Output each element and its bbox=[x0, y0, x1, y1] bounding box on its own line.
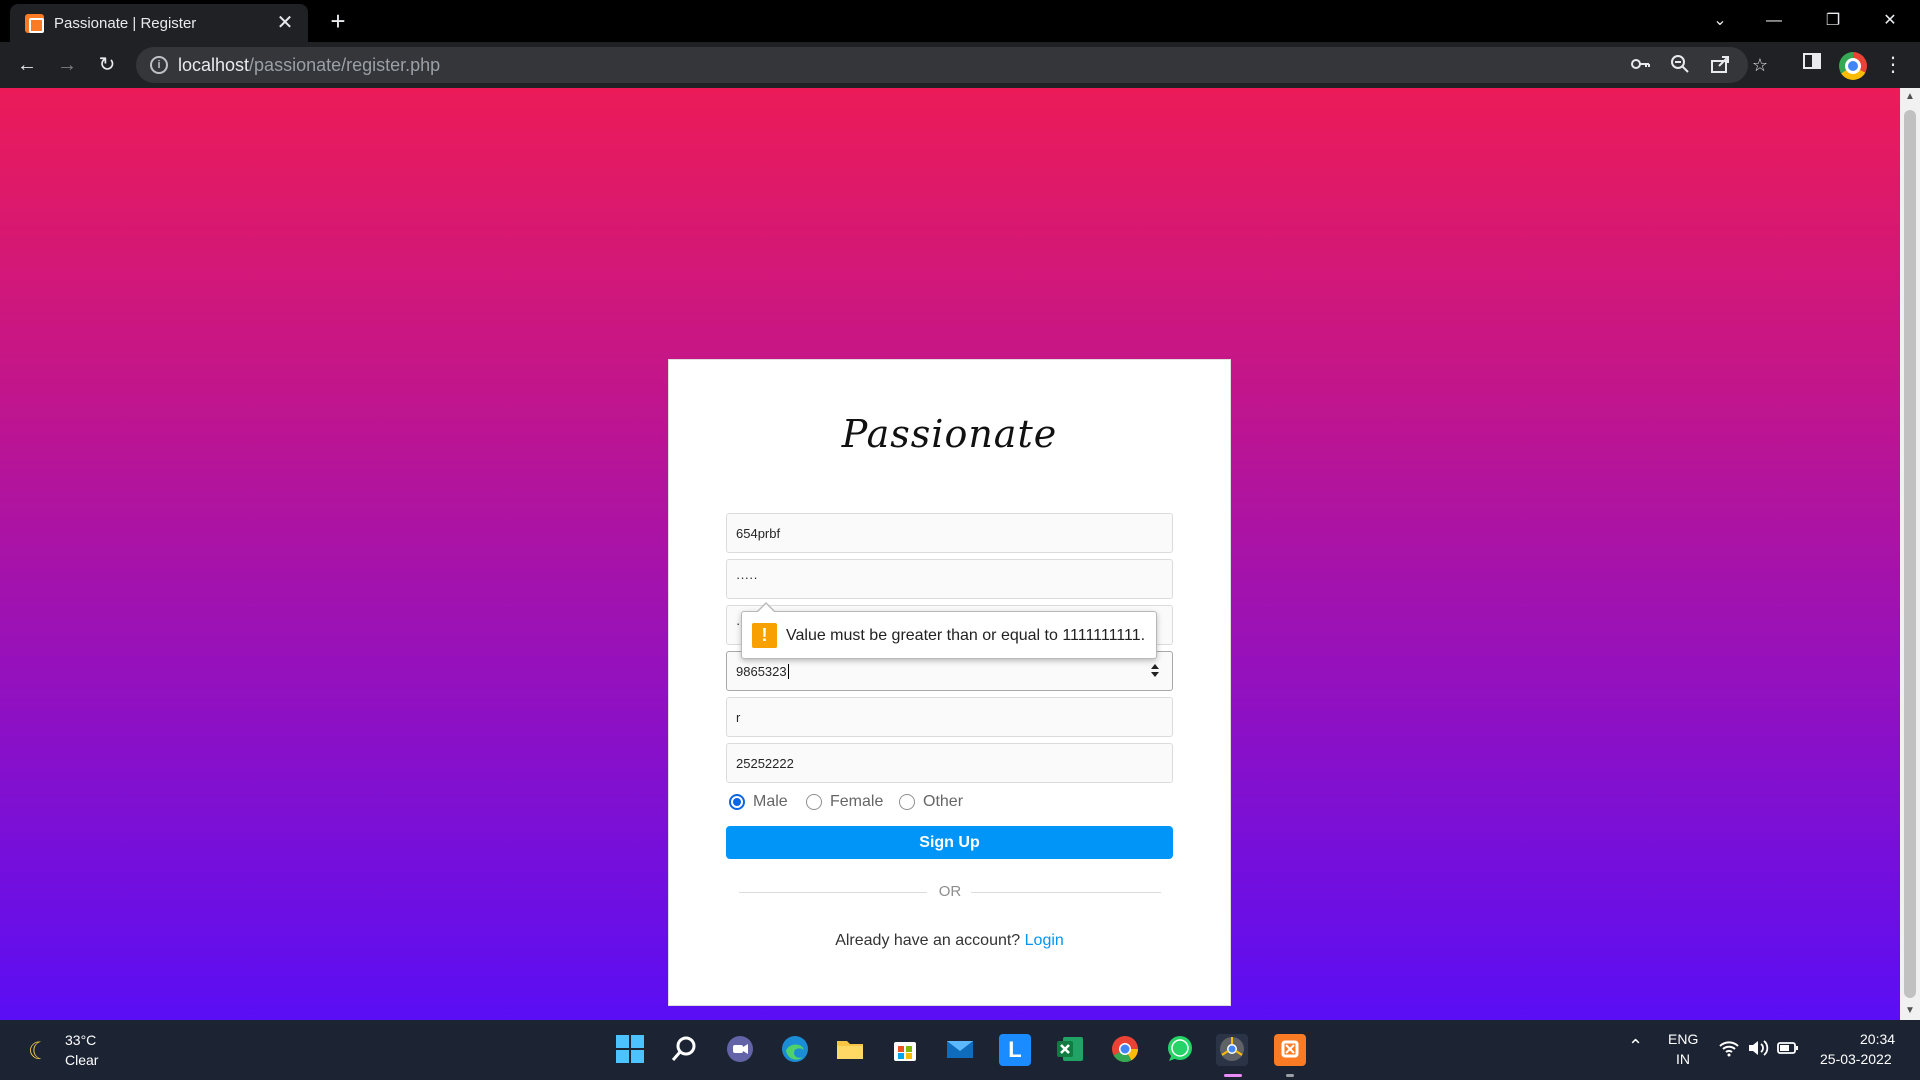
l-app-icon[interactable]: L bbox=[999, 1034, 1031, 1066]
scroll-thumb[interactable] bbox=[1904, 110, 1916, 998]
new-tab-button[interactable]: + bbox=[324, 8, 352, 36]
site-info-icon[interactable]: i bbox=[150, 56, 168, 74]
phone-number-text: 9865323 bbox=[736, 664, 787, 679]
restore-button[interactable]: ❐ bbox=[1813, 6, 1853, 36]
weather-temperature[interactable]: 33°C bbox=[65, 1032, 96, 1048]
login-prompt-text: Already have an account? bbox=[835, 932, 1021, 949]
spin-down-icon[interactable] bbox=[1151, 672, 1159, 677]
or-divider: OR bbox=[739, 882, 1161, 902]
scroll-down-arrow-icon[interactable]: ▼ bbox=[1900, 1002, 1920, 1020]
battery-icon[interactable] bbox=[1777, 1039, 1799, 1060]
whatsapp-icon[interactable] bbox=[1164, 1034, 1196, 1066]
tab-search-chevron-down-icon[interactable]: ⌄ bbox=[1700, 6, 1740, 36]
number-spinner[interactable] bbox=[1150, 664, 1160, 680]
file-explorer-icon[interactable] bbox=[834, 1034, 866, 1066]
password-input[interactable]: ····· bbox=[726, 559, 1173, 599]
chrome-icon[interactable] bbox=[1109, 1034, 1141, 1066]
search-icon[interactable] bbox=[669, 1034, 701, 1066]
text-caret bbox=[787, 664, 789, 679]
gender-option-male[interactable]: Male bbox=[729, 791, 793, 813]
forward-arrow-icon[interactable]: → bbox=[53, 51, 81, 79]
sign-up-button[interactable]: Sign Up bbox=[726, 826, 1173, 859]
chrome-dev-active-icon[interactable] bbox=[1216, 1034, 1248, 1066]
spin-up-icon[interactable] bbox=[1151, 664, 1159, 669]
pincode-input[interactable]: 25252222 bbox=[726, 743, 1173, 783]
browser-tab[interactable]: Passionate | Register ✕ bbox=[10, 4, 308, 42]
xampp-icon[interactable] bbox=[1274, 1034, 1306, 1066]
radio-female[interactable] bbox=[806, 794, 822, 810]
browser-toolbar: ← → ↻ i localhost/passionate/register.ph… bbox=[0, 42, 1920, 88]
tray-overflow-chevron-up-icon[interactable]: ⌃ bbox=[1628, 1036, 1643, 1057]
reload-icon[interactable]: ↻ bbox=[93, 51, 121, 79]
volume-icon[interactable] bbox=[1747, 1038, 1769, 1061]
email-value: r bbox=[736, 710, 741, 725]
back-arrow-icon[interactable]: ← bbox=[13, 51, 41, 79]
active-app-indicator bbox=[1224, 1074, 1242, 1077]
tab-title: Passionate | Register bbox=[54, 15, 197, 32]
wifi-icon[interactable] bbox=[1718, 1038, 1740, 1061]
share-icon[interactable] bbox=[1708, 53, 1732, 77]
clock-date[interactable]: 25-03-2022 bbox=[1820, 1051, 1892, 1067]
radio-label-female: Female bbox=[830, 793, 884, 810]
menu-kebab-icon[interactable]: ⋮ bbox=[1879, 51, 1907, 79]
radio-other[interactable] bbox=[899, 794, 915, 810]
username-value: 654prbf bbox=[736, 526, 781, 541]
bookmark-star-icon[interactable]: ☆ bbox=[1748, 53, 1772, 77]
page-scrollbar[interactable]: ▲ ▼ bbox=[1900, 88, 1920, 1020]
profile-avatar-icon[interactable] bbox=[1839, 52, 1867, 80]
teams-chat-icon[interactable] bbox=[724, 1034, 756, 1066]
microsoft-store-icon[interactable] bbox=[889, 1034, 921, 1066]
clock-time[interactable]: 20:34 bbox=[1860, 1031, 1895, 1047]
language-code[interactable]: ENG bbox=[1668, 1031, 1698, 1047]
gender-option-other[interactable]: Other bbox=[899, 791, 971, 813]
username-input[interactable]: 654prbf bbox=[726, 513, 1173, 553]
url-path: /passionate/register.php bbox=[249, 55, 441, 75]
email-input[interactable]: r bbox=[726, 697, 1173, 737]
mail-icon[interactable] bbox=[944, 1034, 976, 1066]
start-windows-icon[interactable] bbox=[614, 1034, 646, 1066]
tab-close-icon[interactable]: ✕ bbox=[274, 12, 296, 34]
weather-description[interactable]: Clear bbox=[65, 1052, 98, 1068]
login-link[interactable]: Login bbox=[1025, 932, 1064, 949]
radio-male[interactable] bbox=[729, 794, 745, 810]
password-value: ····· bbox=[736, 570, 758, 585]
validation-tooltip: ! Value must be greater than or equal to… bbox=[741, 602, 1157, 659]
page-viewport: Passionate 654prbf ····· ····· 9865323 r… bbox=[0, 88, 1900, 1020]
register-card: Passionate 654prbf ····· ····· 9865323 r… bbox=[668, 359, 1231, 1006]
radio-label-other: Other bbox=[923, 793, 964, 810]
minimize-button[interactable]: — bbox=[1754, 6, 1794, 36]
address-bar[interactable]: i localhost/passionate/register.php ☆ bbox=[136, 47, 1768, 83]
login-prompt-row: Already have an account? Login bbox=[669, 932, 1230, 950]
warning-icon: ! bbox=[752, 623, 777, 648]
url-host: localhost bbox=[178, 55, 250, 75]
zoom-icon[interactable] bbox=[1668, 53, 1692, 77]
windows-taskbar: ☾ 33°C Clear L ⌃ ENG IN 20:34 25-03-2022 bbox=[0, 1020, 1920, 1080]
language-region[interactable]: IN bbox=[1676, 1051, 1690, 1067]
url-text[interactable]: localhost/passionate/register.php bbox=[178, 55, 440, 76]
edge-browser-icon[interactable] bbox=[779, 1034, 811, 1066]
password-key-icon[interactable] bbox=[1628, 53, 1652, 77]
brand-logo-text: Passionate bbox=[841, 412, 1058, 456]
divider-line-right bbox=[971, 892, 1161, 893]
gender-option-female[interactable]: Female bbox=[806, 791, 886, 813]
excel-icon[interactable] bbox=[1054, 1034, 1086, 1066]
radio-label-male: Male bbox=[753, 793, 788, 810]
phone-number-value: 9865323 bbox=[736, 664, 789, 679]
running-app-indicator bbox=[1286, 1074, 1294, 1077]
xampp-favicon-icon bbox=[25, 14, 44, 33]
scroll-up-arrow-icon[interactable]: ▲ bbox=[1900, 88, 1920, 106]
side-panel-icon[interactable] bbox=[1798, 51, 1826, 79]
browser-tab-strip: Passionate | Register ✕ + ⌄ — ❐ ✕ bbox=[0, 0, 1920, 42]
weather-moon-icon[interactable]: ☾ bbox=[28, 1037, 50, 1066]
validation-message: Value must be greater than or equal to 1… bbox=[786, 627, 1146, 644]
close-window-button[interactable]: ✕ bbox=[1870, 6, 1910, 36]
pincode-value: 25252222 bbox=[736, 756, 794, 771]
